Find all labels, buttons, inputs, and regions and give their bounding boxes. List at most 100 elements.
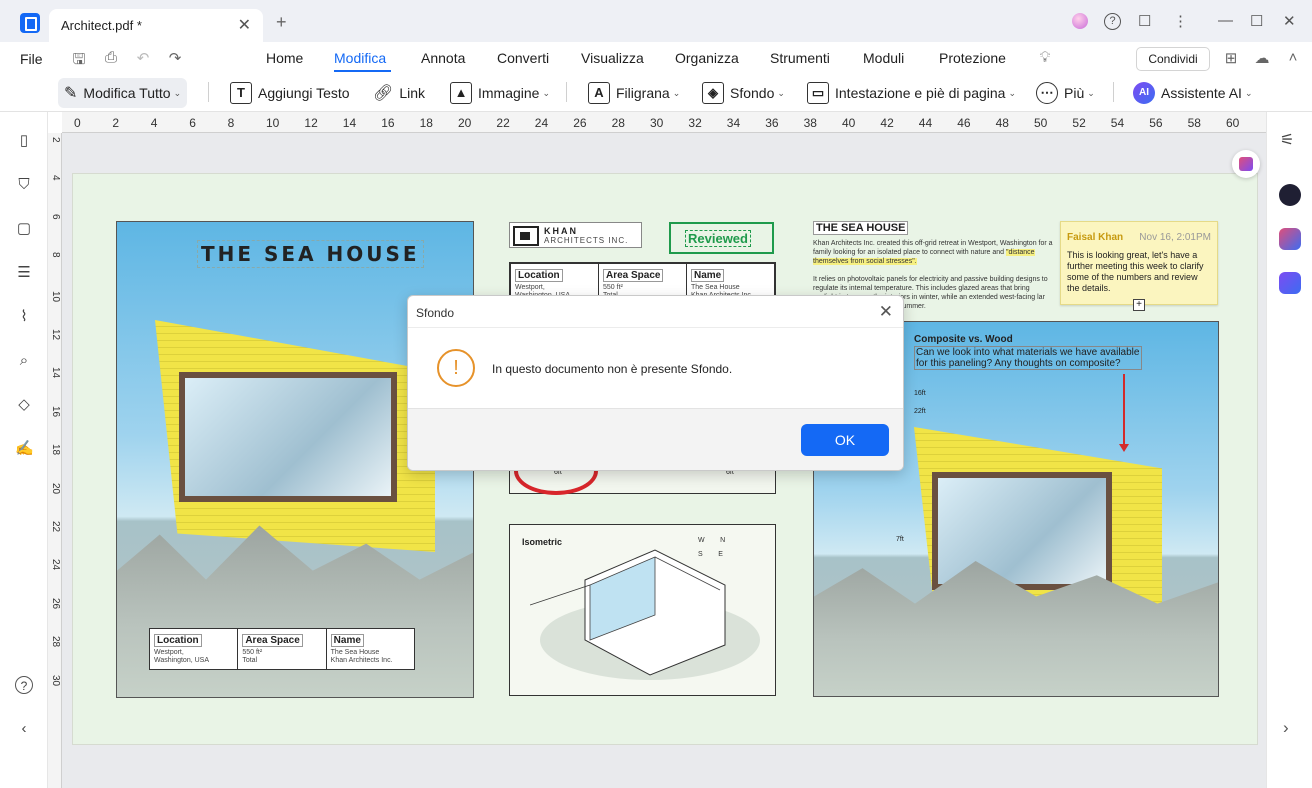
redo-icon[interactable]: ↷ <box>166 49 184 67</box>
document-tab-label: Architect.pdf * <box>61 18 142 33</box>
ruler-tick-label: 58 <box>1187 116 1201 130</box>
description-title: THE SEA HOUSE <box>813 221 909 235</box>
ruler-tick-label: 10 <box>266 116 280 130</box>
attachment-icon[interactable]: ⌇ <box>15 308 33 326</box>
house-title[interactable]: THE SEA HOUSE <box>197 240 424 268</box>
dimension-label: 16ft <box>914 390 926 397</box>
watermark-button[interactable]: A Filigrana ⌄ <box>588 78 680 108</box>
menu-file[interactable]: File <box>20 51 43 67</box>
area-value: 550 ft²Total <box>242 649 263 664</box>
ruler-tick-label: 28 <box>50 636 61 648</box>
floating-ai-button[interactable] <box>1232 150 1260 178</box>
sticky-note-comment[interactable]: Faisal Khan Nov 16, 2:01PM This is looki… <box>1060 221 1218 305</box>
layers-list-icon[interactable]: ☰ <box>15 264 33 282</box>
menu-home[interactable]: Home <box>266 50 303 66</box>
help-icon[interactable]: ? <box>1104 13 1121 30</box>
khan-logo-block[interactable]: KHAN ARCHITECTS INC. <box>509 222 642 248</box>
menu-protezione[interactable]: Protezione <box>939 50 1006 66</box>
area-column: Area Space 550 ft²Total <box>238 629 327 669</box>
ruler-tick-label: 28 <box>611 116 625 130</box>
menu-moduli[interactable]: Moduli <box>863 50 904 66</box>
chevron-left-icon[interactable]: ‹ <box>15 720 33 738</box>
area-header: Area Space <box>603 269 664 282</box>
vertical-ruler: 2 4 6 8 10 12 14 16 18 20 22 24 26 28 30 <box>48 133 62 788</box>
feedback-icon[interactable]: ☐ <box>1138 12 1151 30</box>
location-header: Location <box>154 634 202 647</box>
translate-icon[interactable] <box>1279 228 1301 250</box>
red-arrow-markup[interactable] <box>1119 374 1129 452</box>
close-window-icon[interactable]: ✕ <box>1283 12 1296 30</box>
location-value: Westport,Washington, USA <box>154 649 209 664</box>
menu-organizza[interactable]: Organizza <box>675 50 739 66</box>
ai-assistant-button[interactable]: AI Assistente AI ⌄ <box>1133 78 1252 108</box>
help-icon[interactable]: ? <box>15 676 33 694</box>
description-text-block[interactable]: THE SEA HOUSE Khan Architects Inc. creat… <box>813 219 1053 310</box>
active-menu-indicator <box>334 70 391 72</box>
ruler-tick-label: 8 <box>50 252 61 258</box>
chevron-down-icon: ⌄ <box>173 87 182 98</box>
checklist-icon[interactable] <box>1279 272 1301 294</box>
image-button[interactable]: ▲ Immagine ⌄ <box>450 78 550 108</box>
edit-all-button[interactable]: ✎ Modifica Tutto ⌄ <box>58 78 188 108</box>
search-icon[interactable]: ⌕ <box>15 352 33 370</box>
share-button[interactable]: Condividi <box>1136 47 1210 71</box>
link-button[interactable]: 🔗︎ Link <box>373 78 425 108</box>
house-window <box>932 472 1112 590</box>
more-label: Più <box>1064 85 1085 101</box>
new-tab-icon[interactable]: + <box>276 12 287 33</box>
document-tab[interactable]: Architect.pdf * ✕ <box>49 9 263 42</box>
khan-name: KHAN <box>544 226 578 236</box>
add-text-button[interactable]: T Aggiungi Testo <box>230 78 350 108</box>
ruler-tick-label: 14 <box>342 116 357 130</box>
ruler-tick-label: 22 <box>496 116 510 130</box>
menu-modifica[interactable]: Modifica <box>334 50 386 66</box>
comment-icon[interactable]: ▢ <box>15 220 33 238</box>
app-logo-icon <box>20 13 40 33</box>
print-icon[interactable]: ⎙ <box>102 49 120 67</box>
close-tab-icon[interactable]: ✕ <box>238 15 251 35</box>
avatar[interactable] <box>1072 13 1088 29</box>
more-options-icon[interactable]: ⋮ <box>1173 12 1188 30</box>
reviewed-label: Reviewed <box>685 230 751 247</box>
location-column: Location Westport,Washington, USA <box>150 629 239 669</box>
ok-button[interactable]: OK <box>801 424 889 456</box>
ruler-tick-label: 14 <box>50 367 61 379</box>
bookmark-icon[interactable]: ⛉ <box>15 176 33 194</box>
ruler-tick-label: 32 <box>688 116 702 130</box>
ruler-tick-label: 54 <box>1110 116 1125 130</box>
ruler-tick-label: 2 <box>50 137 61 143</box>
signature-icon[interactable]: ✍ <box>15 440 34 458</box>
isometric-panel[interactable]: Isometric W NS E <box>509 524 776 696</box>
close-icon[interactable]: ✕ <box>879 302 893 322</box>
ai-bot-icon[interactable] <box>1279 184 1301 206</box>
chevron-right-icon[interactable]: › <box>1283 718 1289 738</box>
maximize-icon[interactable]: ☐ <box>1250 12 1263 30</box>
properties-sliders-icon[interactable]: ⚟ <box>1280 130 1294 150</box>
left-info-table[interactable]: Location Westport, Washington, USA Area S… <box>149 628 415 670</box>
layers-icon[interactable]: ◇ <box>15 396 33 414</box>
ruler-tick-label: 0 <box>74 116 81 130</box>
warning-icon: ! <box>437 349 475 387</box>
organization-icon[interactable]: ⊞ <box>1222 49 1240 67</box>
background-button[interactable]: ◈ Sfondo ⌄ <box>702 78 785 108</box>
lightbulb-icon[interactable]: 💡︎ <box>1036 49 1054 67</box>
edit-toolbar: ✎ Modifica Tutto ⌄ T Aggiungi Testo 🔗︎ L… <box>0 74 1312 112</box>
undo-icon[interactable]: ↶ <box>134 49 152 67</box>
more-button[interactable]: ⋯ Più ⌄ <box>1036 78 1095 108</box>
note-author: Faisal Khan <box>1067 232 1124 243</box>
menu-strumenti[interactable]: Strumenti <box>770 50 830 66</box>
save-icon[interactable]: 🖫 <box>70 49 88 68</box>
expand-note-icon[interactable]: + <box>1133 299 1145 311</box>
cloud-upload-icon[interactable]: ☁ <box>1253 49 1271 67</box>
ruler-tick-label: 2 <box>112 116 120 130</box>
minimize-icon[interactable]: — <box>1218 12 1233 29</box>
menu-visualizza[interactable]: Visualizza <box>581 50 644 66</box>
menu-converti[interactable]: Converti <box>497 50 549 66</box>
collapse-ribbon-icon[interactable]: ˄ <box>1284 49 1302 67</box>
header-footer-button[interactable]: ▭ Intestazione e piè di pagina ⌄ <box>807 78 1016 108</box>
menu-annota[interactable]: Annota <box>421 50 465 66</box>
ruler-tick-label: 16 <box>50 405 61 417</box>
comment-title: Composite vs. Wood <box>914 334 1013 345</box>
reviewed-stamp[interactable]: Reviewed <box>669 222 774 254</box>
page-thumbnails-icon[interactable]: ▯ <box>15 132 33 150</box>
